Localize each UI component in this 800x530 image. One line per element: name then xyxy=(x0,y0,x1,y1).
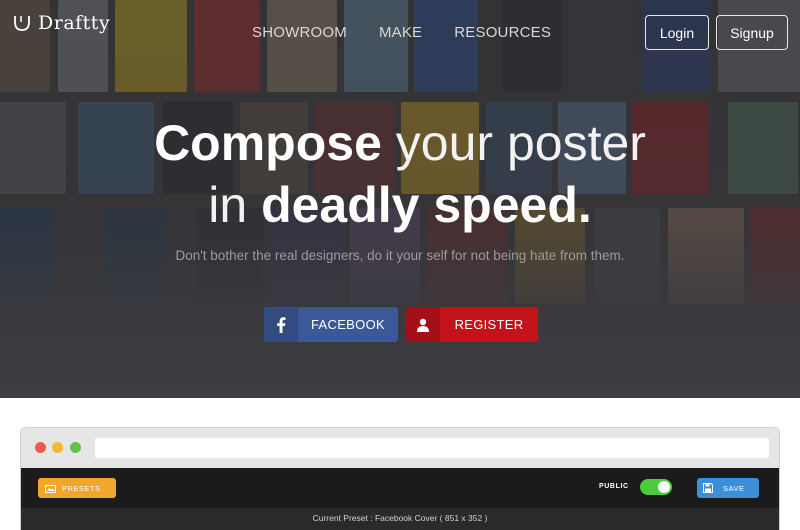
register-button-label: REGISTER xyxy=(454,317,524,332)
facebook-icon xyxy=(264,307,298,342)
toggle-knob xyxy=(658,481,670,493)
nav-item-resources[interactable]: RESOURCES xyxy=(454,24,551,41)
auth-buttons: Login Signup xyxy=(645,15,788,50)
floppy-disk-icon xyxy=(703,483,713,493)
headline-thin-2: in xyxy=(208,177,248,233)
register-button[interactable]: REGISTER xyxy=(406,307,538,342)
public-toggle[interactable] xyxy=(640,479,672,495)
shield-cup-icon xyxy=(14,16,30,31)
nav-item-make[interactable]: MAKE xyxy=(379,24,422,41)
browser-toolbar xyxy=(21,428,779,468)
address-bar xyxy=(95,438,769,458)
facebook-button[interactable]: FACEBOOK xyxy=(264,307,398,342)
nav-item-showroom[interactable]: SHOWROOM xyxy=(252,24,347,41)
window-close-dot xyxy=(35,442,46,453)
editor-toolbar: PRESETS PUBLIC SAVE xyxy=(21,468,779,508)
hero-section: Draftty SHOWROOM MAKE RESOURCES Login Si… xyxy=(0,0,800,398)
editor-preview-section: PRESETS PUBLIC SAVE Current Preset : Fac… xyxy=(0,398,800,530)
signup-button[interactable]: Signup xyxy=(716,15,788,50)
headline-bold-1: Compose xyxy=(154,115,382,171)
cta-buttons: FACEBOOK REGISTER xyxy=(264,307,538,342)
current-preset-bar: Current Preset : Facebook Cover ( 851 x … xyxy=(21,508,779,530)
hero-headline: Compose your poster in deadly speed. xyxy=(0,112,800,236)
browser-mockup: PRESETS PUBLIC SAVE Current Preset : Fac… xyxy=(21,428,779,530)
image-folder-icon xyxy=(45,484,56,493)
brand-logo[interactable]: Draftty xyxy=(12,12,110,34)
window-minimize-dot xyxy=(52,442,63,453)
brand-name: Draftty xyxy=(38,12,111,34)
current-preset-text: Current Preset : Facebook Cover ( 851 x … xyxy=(312,513,488,523)
window-maximize-dot xyxy=(70,442,81,453)
save-button[interactable]: SAVE xyxy=(697,478,759,498)
public-label: PUBLIC xyxy=(599,483,629,490)
presets-button[interactable]: PRESETS xyxy=(38,478,116,498)
facebook-button-label: FACEBOOK xyxy=(311,317,385,332)
user-icon xyxy=(406,307,440,342)
save-button-label: SAVE xyxy=(723,483,745,493)
editor-panel: PRESETS PUBLIC SAVE Current Preset : Fac… xyxy=(21,468,779,530)
presets-button-label: PRESETS xyxy=(62,483,101,493)
hero-subline: Don't bother the real designers, do it y… xyxy=(175,248,625,263)
headline-bold-2: deadly speed. xyxy=(261,177,592,233)
login-button[interactable]: Login xyxy=(645,15,709,50)
main-nav: SHOWROOM MAKE RESOURCES xyxy=(252,24,551,41)
headline-thin-1: your poster xyxy=(395,115,646,171)
